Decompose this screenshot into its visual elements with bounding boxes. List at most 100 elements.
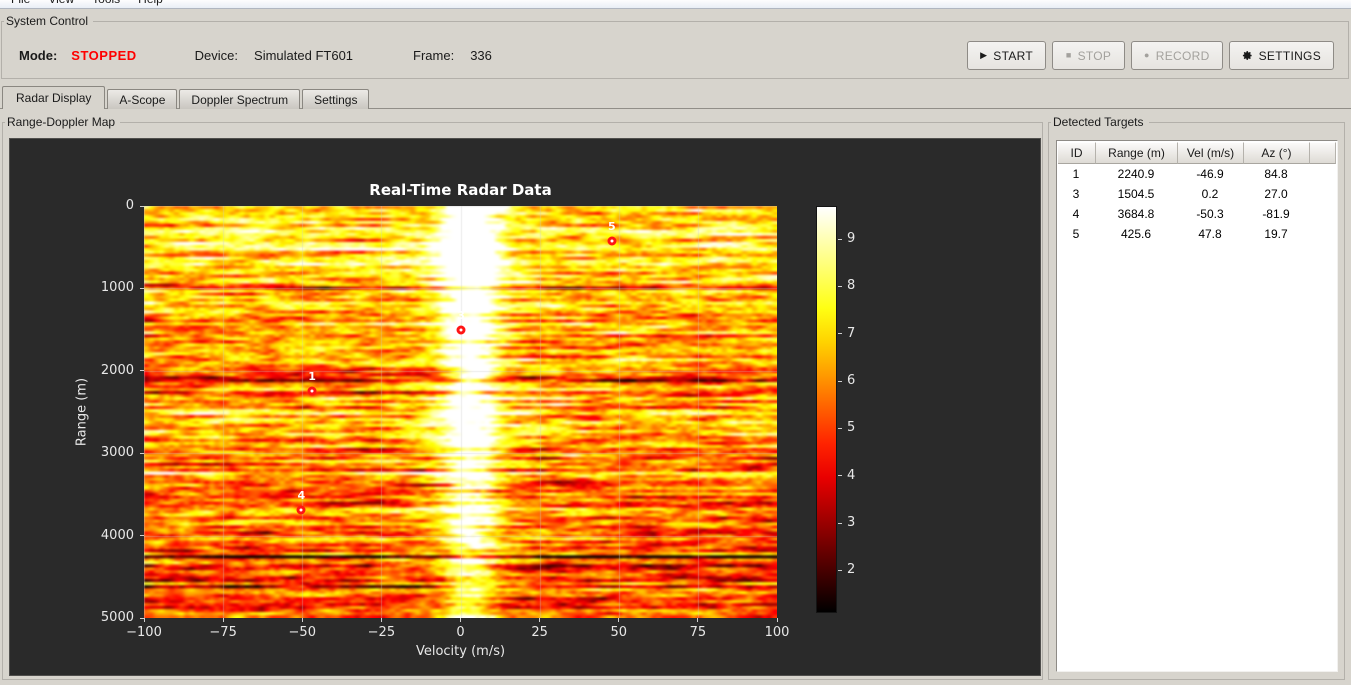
record-button: ● RECORD [1131, 41, 1223, 70]
status-row: Mode: STOPPED Device: Simulated FT601 Fr… [2, 41, 492, 69]
x-tick-label: −50 [288, 625, 316, 640]
menu-tools[interactable]: Tools [83, 0, 129, 6]
colorbar-tick-mark [838, 238, 842, 240]
column-header-stub [1310, 142, 1336, 164]
table-cell: 2240.9 [1117, 167, 1155, 181]
table-cell: 19.7 [1264, 227, 1288, 241]
table-cell: 1 [1072, 167, 1080, 181]
target-marker-label: 3 [457, 308, 465, 322]
column-header-range-m[interactable]: Range (m) [1096, 142, 1178, 164]
x-tick-mark [301, 618, 303, 622]
range-doppler-group: Range-Doppler Map Real-Time Radar Data V… [2, 115, 1043, 680]
table-cell: 27.0 [1264, 187, 1288, 201]
y-tick-label: 4000 [100, 527, 134, 543]
colorbar-tick-label: 5 [847, 420, 856, 436]
target-marker-label: 1 [308, 369, 316, 383]
x-tick-label: −100 [126, 625, 162, 640]
colorbar-tick-mark [838, 333, 842, 335]
x-tick-mark [776, 618, 778, 622]
record-button-label: RECORD [1155, 48, 1210, 63]
play-icon: ▶ [980, 50, 988, 60]
y-tick-mark [140, 452, 144, 454]
gear-icon [1242, 51, 1252, 60]
radar-app-window: FileViewToolsHelp System Control Mode: S… [0, 0, 1351, 685]
start-button-label: START [993, 48, 1034, 63]
colorbar-tick-mark [838, 380, 842, 382]
x-tick-mark [618, 618, 620, 622]
record-icon: ● [1144, 50, 1150, 60]
table-cell: 47.8 [1198, 227, 1222, 241]
device-label: Device: [194, 47, 239, 63]
tab-settings[interactable]: Settings [302, 89, 370, 109]
y-tick-label: 5000 [100, 610, 134, 625]
table-row[interactable]: 3 1504.5 0.2 27.0 [1057, 184, 1337, 204]
settings-button[interactable]: SETTINGS [1228, 41, 1334, 70]
frame-value: 336 [470, 47, 492, 63]
x-tick-mark [460, 618, 461, 622]
y-tick-label: 0 [125, 198, 134, 213]
x-tick-label: 25 [531, 625, 548, 640]
target-marker [607, 236, 617, 246]
menu-items: FileViewToolsHelp [2, 0, 172, 6]
stop-button-label: STOP [1077, 48, 1112, 63]
menu-file[interactable]: File [2, 0, 39, 6]
table-row[interactable]: 5 425.6 47.8 19.7 [1057, 224, 1337, 244]
colorbar-tick-label: 7 [847, 325, 856, 341]
tab-bar: Radar Display A-Scope Doppler Spectrum Sett… [2, 86, 371, 109]
table-cell: 0.2 [1201, 187, 1219, 201]
start-button[interactable]: ▶ START [967, 41, 1047, 70]
target-marker [307, 386, 317, 396]
menu-help[interactable]: Help [129, 0, 172, 6]
x-tick-mark [143, 618, 145, 622]
stop-button: ■ STOP [1052, 41, 1126, 70]
colorbar-tick-label: 3 [847, 515, 856, 531]
colorbar-tick-mark [838, 522, 842, 524]
x-tick-label: 0 [456, 625, 465, 640]
colorbar-tick-label: 6 [847, 373, 856, 389]
x-tick-label: −25 [367, 625, 396, 640]
colorbar-tick-mark [838, 475, 842, 477]
column-header-vel-m-s[interactable]: Vel (m/s) [1178, 142, 1244, 164]
y-tick-mark [140, 287, 144, 289]
column-header-az[interactable]: Az (°) [1244, 142, 1310, 164]
y-tick-label: 2000 [100, 362, 134, 378]
column-header-id[interactable]: ID [1058, 142, 1096, 164]
table-cell: -81.9 [1262, 207, 1290, 221]
tab-a-scope[interactable]: A-Scope [107, 89, 178, 109]
x-tick-label: −75 [209, 625, 237, 640]
x-tick-mark [697, 618, 699, 622]
x-tick-label: 100 [764, 625, 790, 640]
table-cell: 5 [1072, 227, 1080, 241]
target-marker [456, 325, 466, 335]
x-tick-label: 50 [610, 625, 628, 640]
device-value: Simulated FT601 [254, 47, 354, 63]
mode-value: STOPPED [71, 47, 137, 63]
menu-bar: FileViewToolsHelp [0, 0, 1351, 9]
system-control-group-label: System Control [4, 14, 94, 29]
menu-view[interactable]: View [39, 0, 83, 6]
colorbar-tick-label: 4 [847, 467, 856, 483]
table-cell: 84.8 [1264, 167, 1288, 181]
colorbar-tick-mark [838, 427, 842, 429]
tab-radar-display[interactable]: Radar Display [2, 86, 106, 109]
range-doppler-heatmap [144, 206, 777, 618]
y-axis-label: Range (m) [74, 377, 90, 447]
x-tick-mark [222, 618, 224, 622]
tab-doppler-spectrum[interactable]: Doppler Spectrum [179, 89, 301, 109]
colorbar [816, 206, 837, 613]
y-tick-label: 3000 [100, 445, 134, 461]
system-control-group: System Control Mode: STOPPED Device: Sim… [1, 14, 1349, 79]
control-buttons: ▶ START ■ STOP ● RECORD SETTINGS [967, 41, 1334, 70]
targets-table: ID Range (m) Vel (m/s) Az (°) 1 2240.9 -46.9 8… [1056, 140, 1338, 672]
colorbar-tick-label: 8 [847, 278, 856, 294]
x-tick-label: 75 [689, 625, 707, 640]
table-row[interactable]: 4 3684.8 -50.3 -81.9 [1057, 204, 1337, 224]
detected-targets-group: Detected Targets ID Range (m) Vel (m/s) Az … [1048, 115, 1345, 680]
table-row[interactable]: 1 2240.9 -46.9 84.8 [1057, 164, 1337, 184]
colorbar-tick-label: 9 [847, 231, 856, 247]
table-cell: 3 [1072, 187, 1080, 201]
y-tick-label: 1000 [100, 280, 134, 296]
table-cell: 1504.5 [1117, 187, 1155, 201]
table-cell: 4 [1072, 207, 1080, 221]
mode-label: Mode: [19, 47, 58, 63]
